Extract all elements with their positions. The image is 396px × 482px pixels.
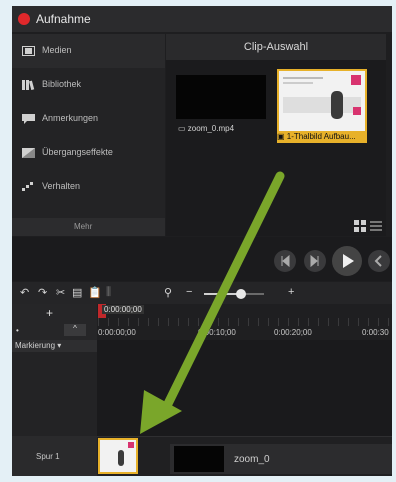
camtasia-window: Aufnahme Medien Bibliothek Anmerkungen Ü… [12, 6, 392, 476]
drag-arrow-annotation [140, 171, 285, 434]
